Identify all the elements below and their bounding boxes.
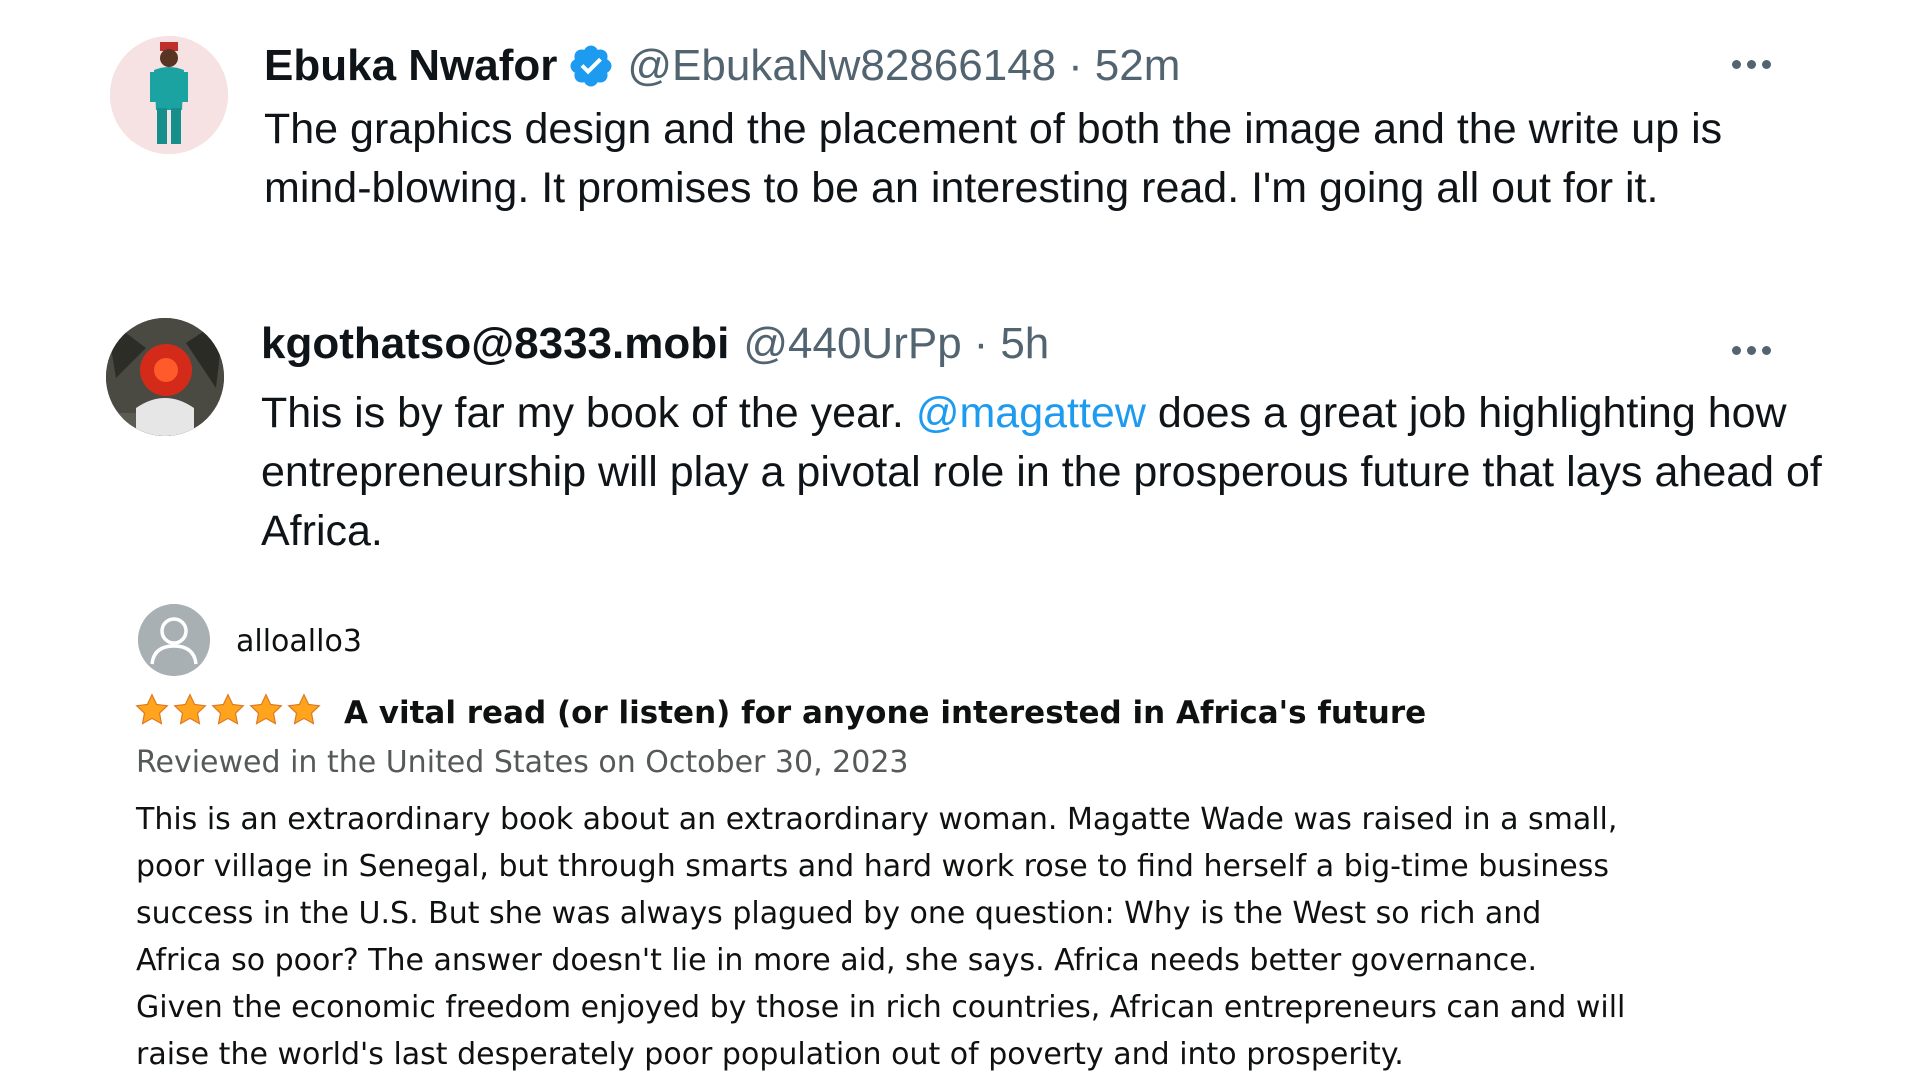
default-user-icon (138, 604, 210, 676)
timestamp[interactable]: 5h (1000, 322, 1049, 366)
star-icon (211, 693, 245, 725)
review-date: Reviewed in the United States on October… (136, 745, 909, 780)
more-options-icon[interactable] (1732, 346, 1771, 355)
tweet-text: This is by far my book of the year. @mag… (261, 384, 1831, 561)
separator-dot: · (1068, 41, 1083, 90)
screenshot-canvas: Ebuka Nwafor @EbukaNw82866148 · 52m The … (0, 0, 1920, 1080)
tweet: Ebuka Nwafor @EbukaNw82866148 · 52m The … (0, 0, 1920, 290)
reviewer-name[interactable]: alloallo3 (236, 624, 362, 659)
separator-dot: · (973, 319, 989, 368)
profile-photo-icon (110, 36, 228, 154)
star-icon (135, 693, 169, 725)
tweet-header: kgothatso@8333.mobi @440UrPp · 5h (261, 322, 1049, 366)
tweet-header: Ebuka Nwafor @EbukaNw82866148 · 52m (264, 42, 1180, 90)
avatar[interactable] (106, 318, 224, 436)
profile-photo-icon (106, 318, 224, 436)
tweet-text: The graphics design and the placement of… (264, 105, 1723, 212)
display-name[interactable]: Ebuka Nwafor (264, 44, 557, 88)
user-handle[interactable]: @EbukaNw82866148 (627, 44, 1056, 88)
mention-link[interactable]: @magattew (916, 389, 1146, 437)
tweet-text-part: This is by far my book of the year. (261, 389, 916, 437)
review-title[interactable]: A vital read (or listen) for anyone inte… (344, 695, 1426, 731)
star-icon (249, 693, 283, 725)
more-options-icon[interactable] (1732, 60, 1771, 69)
star-rating (134, 692, 322, 728)
user-handle[interactable]: @440UrPp (743, 322, 961, 366)
review-body: This is an extraordinary book about an e… (136, 802, 1626, 1072)
avatar[interactable] (110, 36, 228, 154)
tweet: kgothatso@8333.mobi @440UrPp · 5h This i… (0, 300, 1920, 590)
star-icon (287, 693, 321, 725)
timestamp[interactable]: 52m (1095, 44, 1181, 88)
customer-review: alloallo3 A vital read (or listen) for a… (108, 592, 1628, 1080)
star-icon (173, 693, 207, 725)
verified-badge-icon (570, 45, 612, 87)
display-name[interactable]: kgothatso@8333.mobi (261, 322, 729, 366)
